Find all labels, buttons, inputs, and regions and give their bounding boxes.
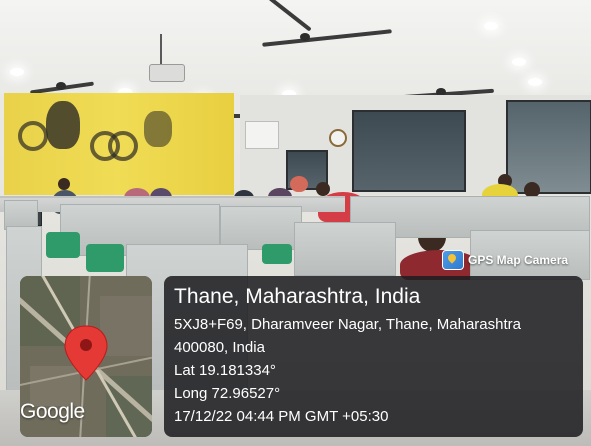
chair (46, 232, 80, 258)
chair (86, 244, 124, 272)
location-title: Thane, Maharashtra, India (174, 285, 421, 308)
person (58, 178, 70, 190)
timestamp: 17/12/22 04:44 PM GMT +05:30 (174, 408, 389, 425)
projector (149, 64, 185, 82)
map-thumbnail: Google (20, 276, 152, 437)
glass-partition-window (352, 110, 466, 192)
air-conditioner (245, 121, 279, 149)
latitude: Lat 19.181334° (174, 362, 276, 379)
person (290, 176, 308, 192)
ceiling-light (528, 78, 542, 86)
mural-portrait (144, 111, 172, 147)
ceiling-fan-icon (300, 33, 310, 41)
gps-map-camera-app-icon (442, 250, 464, 270)
chair (262, 244, 292, 264)
gps-map-camera-badge: GPS Map Camera (442, 250, 568, 270)
gps-badge-label: GPS Map Camera (468, 253, 569, 267)
film-reel-icon (18, 121, 48, 151)
projector-mount (160, 34, 162, 64)
ceiling-light (484, 22, 498, 30)
google-logo: Google (20, 400, 85, 423)
location-info-card: Thane, Maharashtra, India 5XJ8+F69, Dhar… (164, 276, 583, 437)
ceiling (0, 0, 591, 95)
cubicle-partition (294, 222, 396, 276)
address-line-2: 400080, India (174, 339, 265, 356)
photo-frame: GPS Map Camera Google Thane, Maharashtra… (0, 0, 591, 446)
wall-clock-icon (329, 129, 347, 147)
mural-portrait (46, 101, 80, 149)
glass-partition-window (506, 100, 591, 194)
wall-mural (4, 93, 234, 195)
film-reel-icon (108, 131, 138, 161)
ceiling-fan-icon (56, 82, 66, 90)
address-line-1: 5XJ8+F69, Dharamveer Nagar, Thane, Mahar… (174, 316, 521, 333)
ceiling-light (10, 68, 24, 76)
ceiling-light (512, 58, 526, 66)
longitude: Long 72.96527° (174, 385, 281, 402)
